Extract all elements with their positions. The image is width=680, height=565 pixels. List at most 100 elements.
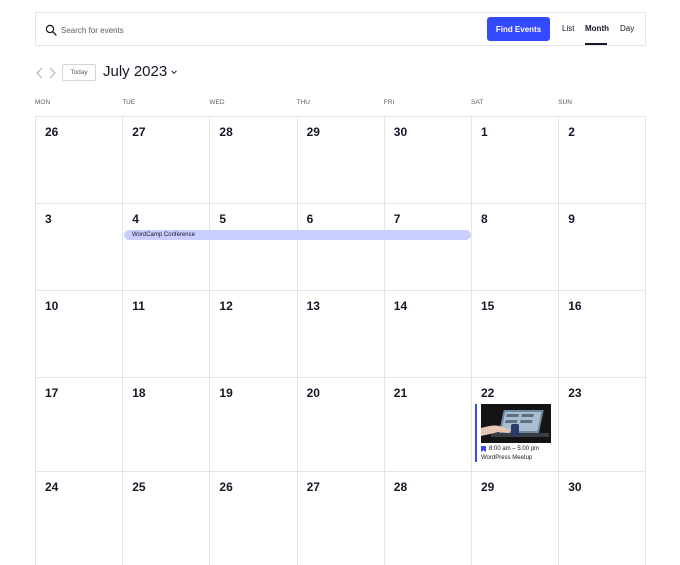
view-list-link[interactable]: List <box>562 24 574 33</box>
week-row: 10 11 12 13 14 15 16 <box>36 291 647 378</box>
day-cell[interactable]: 11 <box>123 291 211 377</box>
day-cell[interactable]: 14 <box>385 291 472 377</box>
day-number: 22 <box>481 386 495 400</box>
day-number: 19 <box>219 386 233 400</box>
day-cell[interactable]: 15 <box>472 291 560 377</box>
day-number: 2 <box>568 125 575 139</box>
multiday-event-wordcamp[interactable]: WordCamp Conference <box>124 230 471 240</box>
day-number: 6 <box>306 212 314 226</box>
day-number: 16 <box>568 299 582 313</box>
day-number: 28 <box>393 480 408 494</box>
day-number: 9 <box>568 212 575 226</box>
day-number: 14 <box>393 299 408 313</box>
active-view-indicator <box>585 43 607 45</box>
day-cell[interactable]: 27 <box>298 472 385 565</box>
day-cell[interactable]: 6 <box>298 204 385 290</box>
search-input[interactable] <box>61 21 461 39</box>
day-number: 12 <box>219 299 233 313</box>
day-cell[interactable]: 29 <box>472 472 560 565</box>
event-wordpress-meetup[interactable]: 8:00 am – 5:00 pm WordPress Meetup <box>475 404 555 462</box>
day-cell[interactable]: 26 <box>210 472 298 565</box>
calendar-nav: Today July 2023 <box>35 63 435 83</box>
day-number: 8 <box>481 212 488 226</box>
chevron-down-icon <box>171 69 178 74</box>
week-row: 26 27 28 29 30 1 2 <box>36 117 647 204</box>
day-number: 27 <box>132 125 146 139</box>
event-time: 8:00 am – 5:00 pm <box>481 446 539 452</box>
month-picker[interactable]: July 2023 <box>103 63 178 80</box>
view-day-link[interactable]: Day <box>620 24 634 33</box>
day-cell[interactable]: 23 <box>559 378 647 471</box>
day-number: 29 <box>481 480 495 494</box>
day-cell[interactable]: 30 <box>385 117 472 203</box>
today-button[interactable]: Today <box>62 64 96 81</box>
event-thumbnail[interactable] <box>481 404 551 443</box>
view-month-link[interactable]: Month <box>585 24 609 33</box>
day-number: 20 <box>306 386 320 400</box>
day-cell[interactable]: 16 <box>559 291 647 377</box>
day-cell[interactable]: 21 <box>385 378 472 471</box>
event-title: WordCamp Conference <box>132 232 195 238</box>
day-number: 30 <box>568 480 582 494</box>
day-cell[interactable]: 28 <box>385 472 472 565</box>
find-events-button[interactable]: Find Events <box>487 17 550 41</box>
day-cell[interactable]: 27 <box>123 117 211 203</box>
search-icon <box>45 24 57 36</box>
day-of-week-header: FRI <box>383 99 395 106</box>
day-cell[interactable]: 26 <box>36 117 124 203</box>
day-of-week-header: WED <box>209 99 225 106</box>
day-of-week-header: TUE <box>122 99 136 106</box>
day-number: 24 <box>45 480 59 494</box>
day-cell[interactable]: 8 <box>472 204 560 290</box>
day-cell[interactable]: 29 <box>298 117 385 203</box>
day-cell[interactable]: 17 <box>36 378 124 471</box>
week-row: 24 25 26 27 28 29 30 <box>36 472 647 565</box>
day-number: 21 <box>393 386 408 400</box>
day-number: 18 <box>132 386 146 400</box>
day-number: 23 <box>568 386 582 400</box>
day-cell[interactable]: 4 <box>123 204 211 290</box>
day-cell[interactable]: 19 <box>210 378 298 471</box>
week-row: 3 4 5 6 7 8 9 <box>36 204 647 291</box>
day-of-week-header: SUN <box>558 99 572 106</box>
day-number: 7 <box>393 212 401 226</box>
day-cell[interactable]: 12 <box>210 291 298 377</box>
event-title[interactable]: WordPress Meetup <box>481 455 532 461</box>
day-cell[interactable]: 20 <box>298 378 385 471</box>
chevron-right-icon[interactable] <box>47 67 57 79</box>
bookmark-icon <box>481 446 486 452</box>
day-number: 26 <box>45 125 59 139</box>
day-number: 29 <box>306 125 320 139</box>
day-cell[interactable]: 24 <box>36 472 124 565</box>
day-of-week-header: SAT <box>471 99 484 106</box>
day-number: 13 <box>306 299 320 313</box>
day-number: 10 <box>45 299 59 313</box>
day-number: 25 <box>132 480 146 494</box>
day-number: 4 <box>132 212 139 226</box>
day-number: 3 <box>45 212 52 226</box>
day-cell[interactable]: 10 <box>36 291 124 377</box>
day-cell[interactable]: 5 <box>210 204 298 290</box>
day-number: 30 <box>393 125 408 139</box>
day-number: 28 <box>219 125 233 139</box>
chevron-left-icon[interactable] <box>35 67 45 79</box>
day-of-week-header: MON <box>35 99 51 106</box>
day-cell[interactable]: 25 <box>123 472 211 565</box>
day-of-week-header: THU <box>296 99 310 106</box>
day-cell[interactable]: 9 <box>559 204 647 290</box>
day-cell[interactable]: 1 <box>472 117 560 203</box>
day-cell[interactable]: 30 <box>559 472 647 565</box>
day-cell[interactable]: 3 <box>36 204 124 290</box>
day-cell[interactable]: 18 <box>123 378 211 471</box>
day-number: 26 <box>219 480 233 494</box>
day-cell[interactable]: 28 <box>210 117 298 203</box>
day-cell[interactable]: 13 <box>298 291 385 377</box>
day-cell[interactable]: 7 <box>385 204 472 290</box>
day-cell[interactable]: 2 <box>559 117 647 203</box>
day-number: 1 <box>481 125 488 139</box>
month-title: July 2023 <box>103 63 168 80</box>
day-number: 5 <box>219 212 227 226</box>
day-number: 11 <box>132 299 145 313</box>
event-time-text: 8:00 am – 5:00 pm <box>489 446 540 452</box>
day-number: 15 <box>481 299 495 313</box>
